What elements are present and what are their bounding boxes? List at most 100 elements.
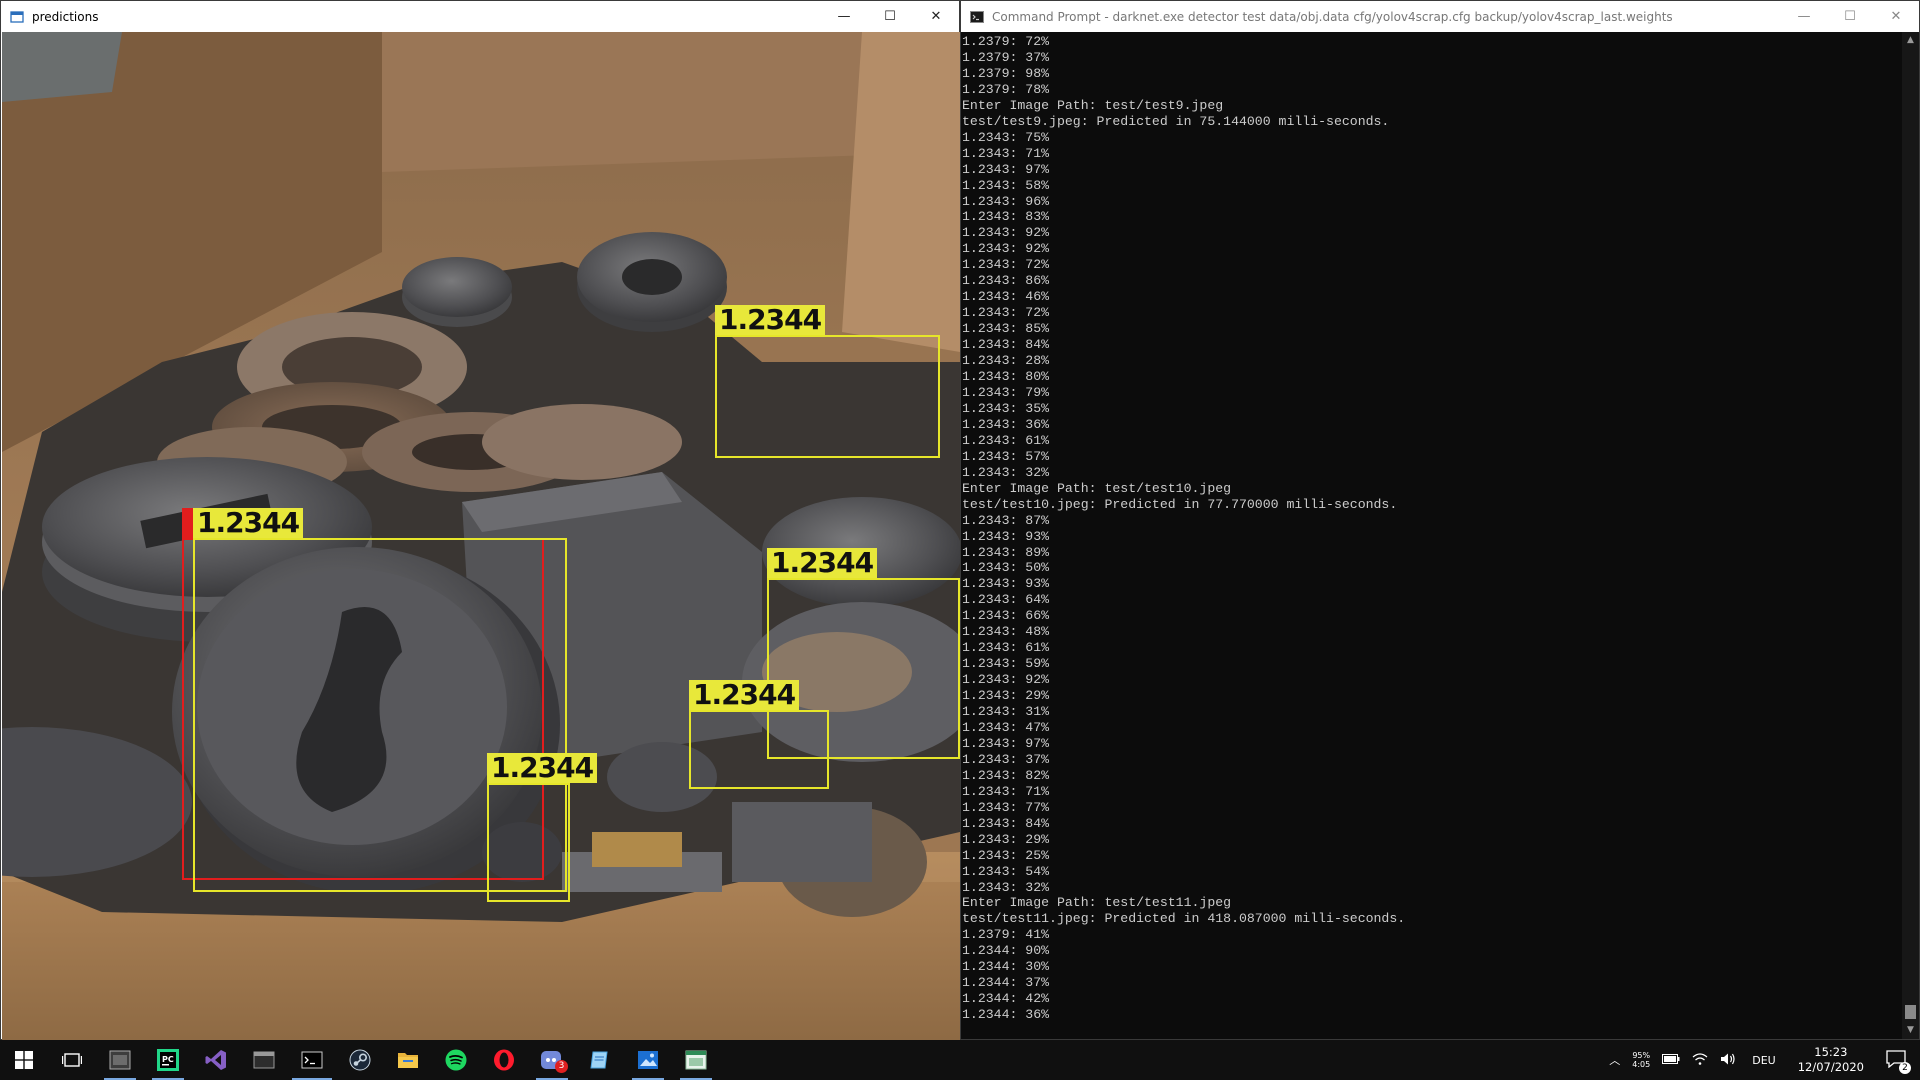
terminal-icon[interactable] (288, 1040, 336, 1080)
taskbar: PC 3 ︿ 95% 4:05 DEU 15:23 12/07/2020 2 (0, 1040, 1920, 1080)
console-line: 1.2344: 42% (962, 991, 1050, 1007)
clock-date: 12/07/2020 (1797, 1060, 1864, 1074)
spotify-icon[interactable] (432, 1040, 480, 1080)
console-line: 1.2343: 64% (962, 592, 1050, 608)
console-line: 1.2343: 48% (962, 624, 1050, 640)
desktop: predictions — ☐ ✕ 1.2344 1.2344 1.2344 1… (0, 0, 1920, 1080)
console-line: 1.2343: 59% (962, 656, 1050, 672)
battery-percent: 95% (1632, 1051, 1651, 1060)
maximize-button[interactable]: ☐ (867, 1, 913, 32)
console-line: 1.2343: 58% (962, 177, 1050, 193)
windows-start-icon[interactable] (0, 1040, 48, 1080)
scroll-up-icon[interactable]: ▲ (1902, 32, 1919, 49)
clock[interactable]: 15:23 12/07/2020 (1786, 1045, 1876, 1075)
language-indicator[interactable]: DEU (1742, 1054, 1785, 1067)
console-line: 1.2343: 96% (962, 193, 1050, 209)
console-line: 1.2343: 72% (962, 305, 1050, 321)
console-line: 1.2343: 71% (962, 145, 1050, 161)
console-line: 1.2379: 78% (962, 81, 1050, 97)
detection-label-2: 1.2344 (715, 305, 826, 335)
console-line: 1.2379: 41% (962, 927, 1050, 943)
console-line: test/test10.jpeg: Predicted in 77.770000… (962, 496, 1398, 512)
console-line: 1.2343: 93% (962, 576, 1050, 592)
cmd-minimize-button[interactable]: — (1781, 1, 1827, 32)
minimize-button[interactable]: — (821, 1, 867, 32)
discord-badge: 3 (555, 1060, 568, 1073)
wifi-icon[interactable] (1686, 1052, 1714, 1069)
notification-count: 2 (1899, 1061, 1911, 1074)
cmd-window-title: Command Prompt - darknet.exe detector te… (992, 9, 1673, 24)
console-line: 1.2343: 61% (962, 640, 1050, 656)
console-line: 1.2379: 98% (962, 65, 1050, 81)
photos-icon[interactable] (624, 1040, 672, 1080)
console-line: 1.2343: 66% (962, 608, 1050, 624)
detection-box-4 (689, 710, 829, 789)
opera-icon[interactable] (480, 1040, 528, 1080)
discord-icon[interactable]: 3 (528, 1040, 576, 1080)
console-line: 1.2344: 30% (962, 959, 1050, 975)
console-line: 1.2343: 71% (962, 783, 1050, 799)
console-line: 1.2343: 93% (962, 528, 1050, 544)
volume-icon[interactable] (1714, 1052, 1742, 1069)
task-view-icon[interactable] (48, 1040, 96, 1080)
console-line: 1.2343: 28% (962, 353, 1050, 369)
console-line: 1.2343: 75% (962, 129, 1050, 145)
console-line: test/test11.jpeg: Predicted in 418.08700… (962, 911, 1406, 927)
console-line: 1.2343: 29% (962, 688, 1050, 704)
console-line: Enter Image Path: test/test10.jpeg (962, 480, 1232, 496)
console-line: 1.2343: 31% (962, 704, 1050, 720)
notification-center-icon[interactable]: 2 (1876, 1049, 1920, 1074)
pycharm-icon[interactable]: PC (144, 1040, 192, 1080)
console-line: 1.2343: 25% (962, 847, 1050, 863)
steam-icon[interactable] (336, 1040, 384, 1080)
app-window-icon[interactable] (96, 1040, 144, 1080)
console-line: 1.2343: 54% (962, 863, 1050, 879)
predictions-window-icon[interactable] (672, 1040, 720, 1080)
chevron-up-icon[interactable]: ︿ (1603, 1052, 1626, 1068)
console-line: 1.2343: 86% (962, 273, 1050, 289)
battery-time: 4:05 (1632, 1060, 1651, 1069)
console-line: Enter Image Path: test/test9.jpeg (962, 97, 1224, 113)
command-prompt-window[interactable]: Command Prompt - darknet.exe detector te… (960, 0, 1920, 1040)
svg-text:PC: PC (162, 1055, 174, 1064)
predictions-titlebar[interactable]: predictions — ☐ ✕ (1, 1, 959, 32)
detection-image: 1.2344 1.2344 1.2344 1.2344 1.2344 (2, 32, 960, 1040)
close-button[interactable]: ✕ (913, 1, 959, 32)
console-line: 1.2343: 32% (962, 879, 1050, 895)
console-line: 1.2343: 80% (962, 369, 1050, 385)
cmd-close-button[interactable]: ✕ (1873, 1, 1919, 32)
battery-status: 95% 4:05 (1626, 1051, 1656, 1069)
console-line: 1.2343: 35% (962, 400, 1050, 416)
console-output[interactable]: 1.2379: 72% 1.2379: 37% 1.2379: 98% 1.2379:… (961, 32, 1902, 1039)
cmd-maximize-button[interactable]: ☐ (1827, 1, 1873, 32)
detection-label-4: 1.2344 (689, 680, 800, 710)
console-line: 1.2344: 90% (962, 943, 1050, 959)
console-line: 1.2343: 92% (962, 672, 1050, 688)
file-explorer-icon[interactable] (384, 1040, 432, 1080)
console-line: 1.2343: 57% (962, 448, 1050, 464)
console-scrollbar[interactable]: ▲ ▼ (1902, 32, 1919, 1039)
console-line: 1.2343: 47% (962, 719, 1050, 735)
scroll-down-icon[interactable]: ▼ (1902, 1022, 1919, 1039)
console-line: 1.2343: 84% (962, 337, 1050, 353)
visual-studio-icon[interactable] (192, 1040, 240, 1080)
console-line: 1.2344: 36% (962, 1007, 1050, 1023)
console-line: 1.2343: 85% (962, 321, 1050, 337)
console-line: 1.2343: 97% (962, 735, 1050, 751)
notepad-icon[interactable] (576, 1040, 624, 1080)
clock-time: 15:23 (1814, 1045, 1848, 1059)
detection-label-1: 1.2344 (193, 508, 304, 538)
predictions-window-title: predictions (32, 9, 99, 24)
detection-box-5 (487, 783, 570, 902)
console-line: test/test9.jpeg: Predicted in 75.144000 … (962, 113, 1390, 129)
console-line: 1.2343: 87% (962, 512, 1050, 528)
image-window-icon (10, 10, 24, 23)
cmd-titlebar[interactable]: Command Prompt - darknet.exe detector te… (961, 1, 1919, 32)
battery-icon[interactable] (1656, 1053, 1686, 1067)
predictions-window[interactable]: predictions — ☐ ✕ 1.2344 1.2344 1.2344 1… (0, 0, 960, 1040)
file-window-icon[interactable] (240, 1040, 288, 1080)
console-line: 1.2343: 29% (962, 831, 1050, 847)
console-line: 1.2343: 79% (962, 384, 1050, 400)
console-line: 1.2343: 36% (962, 416, 1050, 432)
scroll-thumb[interactable] (1905, 1005, 1916, 1019)
